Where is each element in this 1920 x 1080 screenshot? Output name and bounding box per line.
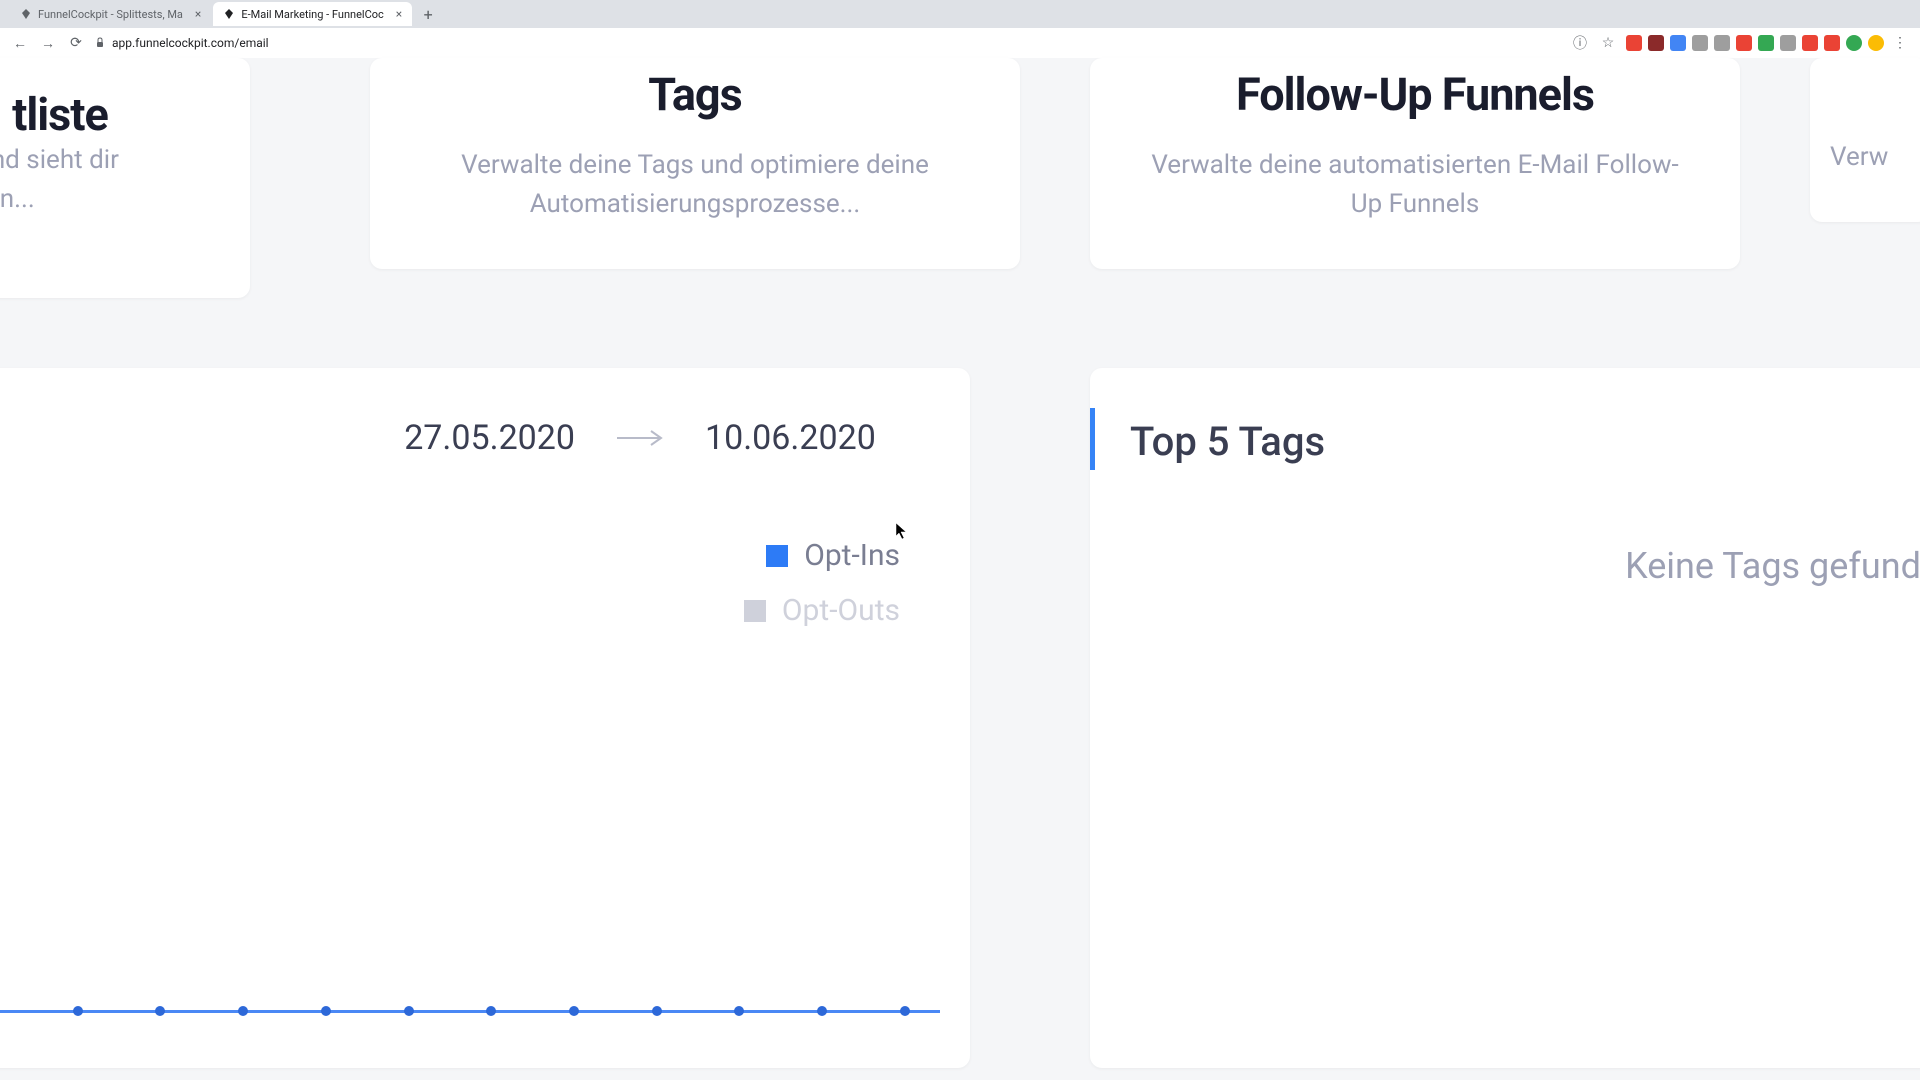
reload-button[interactable]: ⟳	[66, 33, 86, 53]
tab-favicon-icon	[20, 8, 32, 20]
address-bar-row: ← → ⟳ app.funnelcockpit.com/email ⓘ ☆ ⋮	[0, 28, 1920, 58]
empty-state-text: Keine Tags gefunde	[1090, 545, 1920, 587]
card-description: Verwalte deine Tags und optimiere deine …	[420, 146, 970, 224]
legend-label: Opt-Outs	[782, 593, 900, 628]
extension-icon[interactable]	[1648, 35, 1664, 51]
card-title: Tags	[420, 68, 970, 121]
card-liste[interactable]: tliste ktliste und sieht direnauer an...	[0, 58, 250, 298]
chart-data-point[interactable]	[817, 1006, 827, 1016]
extension-icon[interactable]	[1670, 35, 1686, 51]
panel-top-tags: Top 5 Tags Keine Tags gefunde	[1090, 368, 1920, 1068]
legend-item-opt-ins[interactable]: Opt-Ins	[766, 538, 900, 573]
panel-opt-chart: 27.05.2020 10.06.2020 Opt-Ins Opt-Outs	[0, 368, 970, 1068]
chart-data-point[interactable]	[404, 1006, 414, 1016]
card-description: Verwalte deine automatisierten E-Mail Fo…	[1140, 146, 1690, 224]
chart-data-point[interactable]	[486, 1006, 496, 1016]
browser-chrome: FunnelCockpit - Splittests, Ma × E-Mail …	[0, 0, 1920, 58]
browser-tab-1[interactable]: FunnelCockpit - Splittests, Ma ×	[10, 2, 211, 26]
chart-area	[0, 728, 940, 1028]
extension-icon[interactable]	[1758, 35, 1774, 51]
chart-data-point[interactable]	[73, 1006, 83, 1016]
card-tags[interactable]: Tags Verwalte deine Tags und optimiere d…	[370, 58, 1020, 269]
date-range[interactable]: 27.05.2020 10.06.2020	[0, 418, 920, 458]
tab-close-icon[interactable]: ×	[195, 7, 201, 21]
address-bar[interactable]: app.funnelcockpit.com/email	[94, 36, 1562, 50]
card-description: ktliste und sieht direnauer an...	[0, 141, 220, 219]
card-title: tliste	[0, 88, 220, 141]
extension-icons: ⋮	[1626, 33, 1910, 53]
date-to: 10.06.2020	[705, 418, 876, 458]
info-icon[interactable]: ⓘ	[1570, 33, 1590, 53]
tab-title: FunnelCockpit - Splittests, Ma	[38, 8, 183, 21]
tab-close-icon[interactable]: ×	[396, 7, 402, 21]
extension-icon[interactable]	[1736, 35, 1752, 51]
tab-title: E-Mail Marketing - FunnelCoc	[241, 8, 383, 21]
chart-dots	[0, 1006, 910, 1016]
legend-label: Opt-Ins	[804, 538, 900, 573]
extension-icon[interactable]	[1714, 35, 1730, 51]
top-tags-header: Top 5 Tags	[1090, 418, 1920, 465]
chart-data-point[interactable]	[155, 1006, 165, 1016]
date-from: 27.05.2020	[404, 418, 575, 458]
chart-data-point[interactable]	[321, 1006, 331, 1016]
legend-item-opt-outs[interactable]: Opt-Outs	[744, 593, 900, 628]
lock-icon	[94, 37, 106, 49]
extension-icon[interactable]	[1824, 35, 1840, 51]
tab-bar: FunnelCockpit - Splittests, Ma × E-Mail …	[0, 0, 1920, 28]
card-partial-right[interactable]: Verw	[1810, 58, 1920, 222]
menu-icon[interactable]: ⋮	[1890, 33, 1910, 53]
accent-bar	[1090, 408, 1095, 470]
chart-data-point[interactable]	[652, 1006, 662, 1016]
legend-color-icon	[766, 545, 788, 567]
chart-data-point[interactable]	[569, 1006, 579, 1016]
extension-icon[interactable]	[1692, 35, 1708, 51]
browser-tab-2[interactable]: E-Mail Marketing - FunnelCoc ×	[213, 2, 412, 26]
chart-data-point[interactable]	[238, 1006, 248, 1016]
chart-data-point[interactable]	[900, 1006, 910, 1016]
new-tab-button[interactable]: +	[418, 4, 438, 24]
extension-icon[interactable]	[1868, 35, 1884, 51]
legend-color-icon	[744, 600, 766, 622]
star-icon[interactable]: ☆	[1598, 33, 1618, 53]
chart-legend: Opt-Ins Opt-Outs	[0, 538, 920, 628]
extension-icon[interactable]	[1846, 35, 1862, 51]
extension-icon[interactable]	[1802, 35, 1818, 51]
extension-icon[interactable]	[1780, 35, 1796, 51]
back-button[interactable]: ←	[10, 33, 30, 53]
lower-section: 27.05.2020 10.06.2020 Opt-Ins Opt-Outs	[0, 368, 1920, 1068]
main-content: tliste ktliste und sieht direnauer an...…	[0, 58, 1920, 1080]
top-tags-title: Top 5 Tags	[1130, 418, 1325, 465]
cards-row: tliste ktliste und sieht direnauer an...…	[0, 58, 1920, 298]
url-text: app.funnelcockpit.com/email	[112, 36, 269, 50]
card-follow-up-funnels[interactable]: Follow-Up Funnels Verwalte deine automat…	[1090, 58, 1740, 269]
card-title: Follow-Up Funnels	[1140, 68, 1690, 121]
arrow-right-icon	[615, 421, 665, 456]
forward-button[interactable]: →	[38, 33, 58, 53]
extension-icon[interactable]	[1626, 35, 1642, 51]
chart-data-point[interactable]	[734, 1006, 744, 1016]
card-description: Verw	[1830, 138, 1920, 177]
tab-favicon-icon	[223, 8, 235, 20]
